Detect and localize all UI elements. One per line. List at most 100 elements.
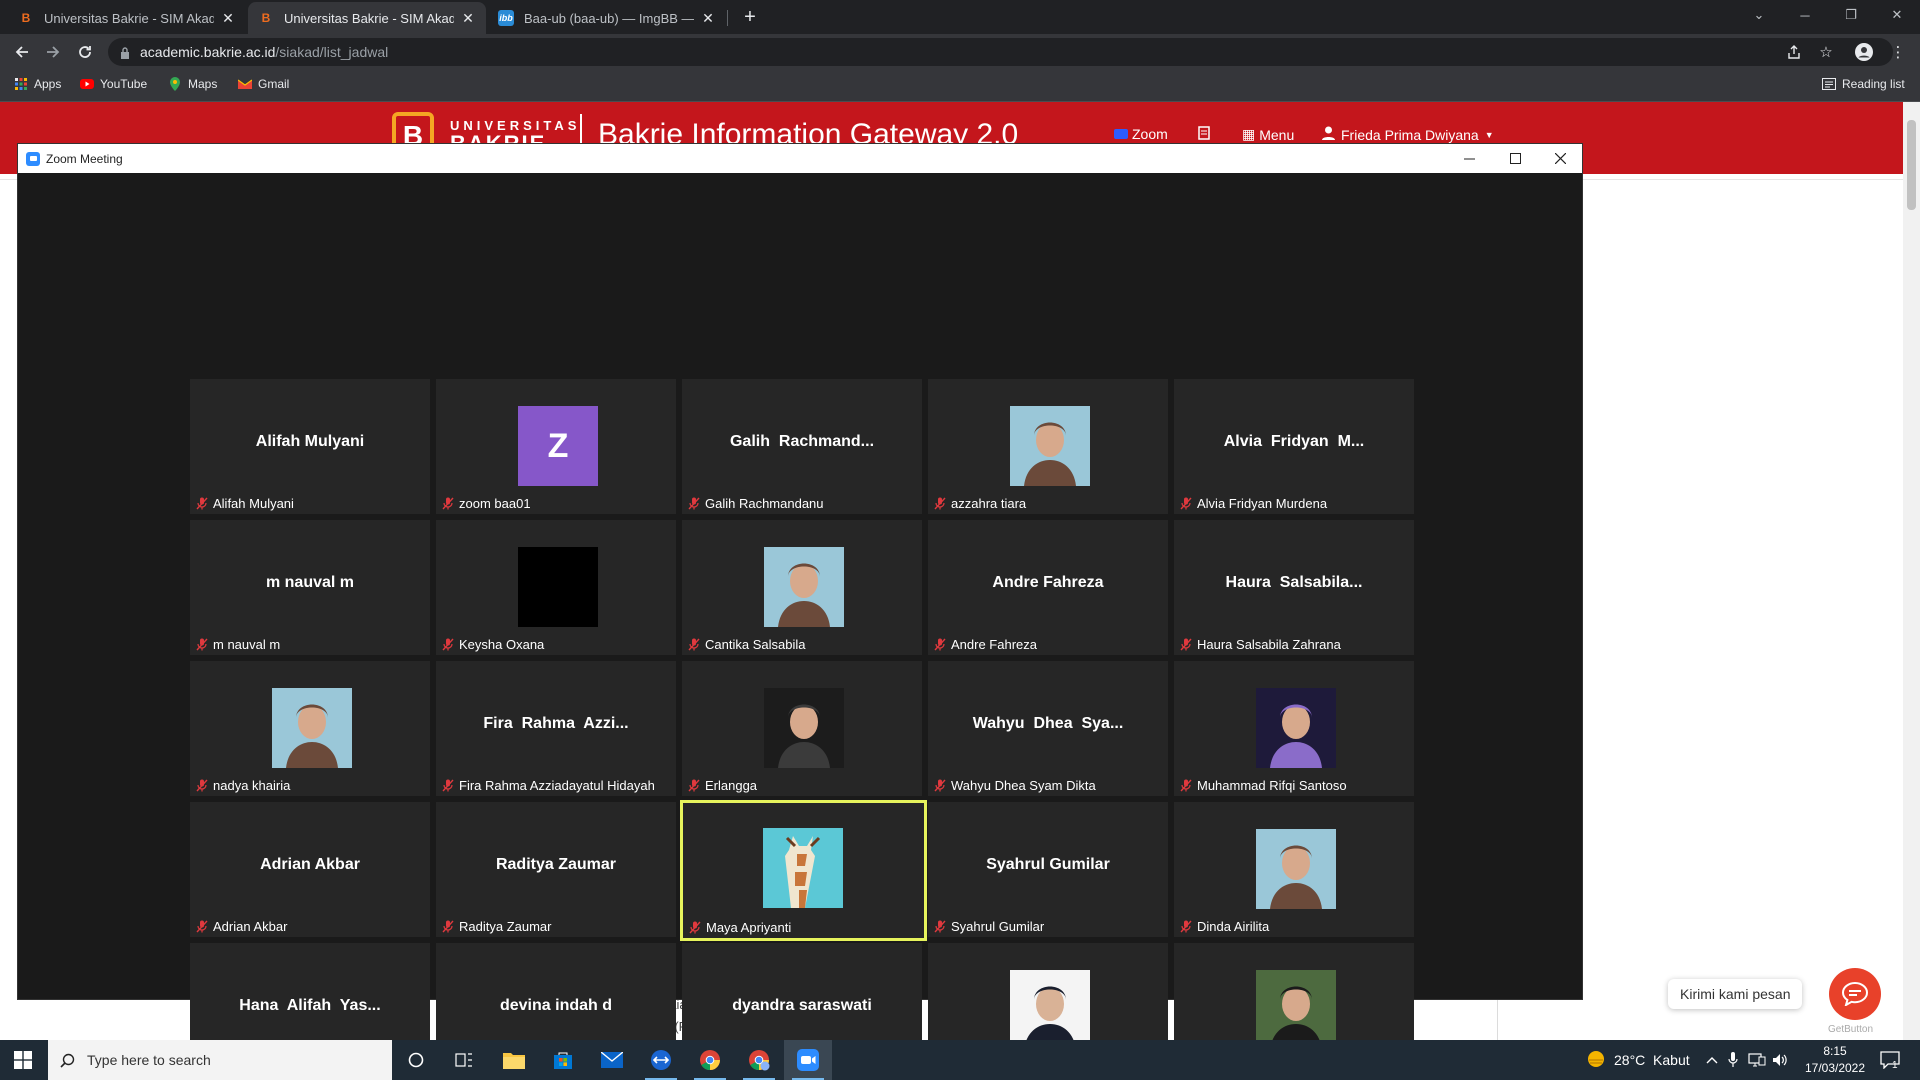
- menu-nav-link[interactable]: ▦ Menu: [1242, 126, 1294, 143]
- muted-mic-icon: [1180, 497, 1192, 510]
- participant-tile[interactable]: Galih Rachmand... Galih Rachmandanu: [682, 379, 922, 514]
- participant-tile[interactable]: Adrian Akbar Adrian Akbar: [190, 802, 430, 937]
- participant-tile[interactable]: Cantika Salsabila: [682, 520, 922, 655]
- participant-footer: Fira Rahma Azziadayatul Hidayah: [442, 778, 655, 793]
- bookmark-youtube[interactable]: YouTube: [80, 77, 147, 91]
- close-tab-icon[interactable]: ✕: [460, 10, 476, 27]
- show-hidden-icons[interactable]: [1706, 1040, 1718, 1080]
- zoom-minimize-button[interactable]: [1446, 144, 1492, 173]
- participant-tile[interactable]: Fira Rahma Azzi... Fira Rahma Azziadayatu…: [436, 661, 676, 796]
- bookmark-star-icon[interactable]: ☆: [1814, 40, 1838, 64]
- teamviewer-icon[interactable]: [637, 1040, 685, 1080]
- task-view-icon[interactable]: [440, 1040, 488, 1080]
- minimize-button[interactable]: ─: [1782, 0, 1828, 30]
- participant-name: m nauval m: [213, 637, 281, 652]
- participant-name: Galih Rachmandanu: [705, 496, 824, 511]
- scrollbar-thumb[interactable]: [1907, 120, 1916, 210]
- back-icon[interactable]: [9, 39, 35, 65]
- weather-widget[interactable]: 28°C Kabut: [1586, 1040, 1690, 1080]
- bookmark-apps[interactable]: Apps: [14, 77, 61, 91]
- gallery-view: Alifah Mulyani Alifah Mulyani Zzoom baa01 G…: [18, 173, 1582, 1078]
- participant-footer: zoom baa01: [442, 496, 531, 511]
- participant-tile[interactable]: Raditya Zaumar Raditya Zaumar: [436, 802, 676, 937]
- user-menu[interactable]: Frieda Prima Dwiyana ▼: [1322, 126, 1494, 143]
- browser-tab-3[interactable]: ibb Baa-ub (baa-ub) — ImgBB — Lar ✕: [488, 2, 726, 34]
- notifications-button[interactable]: 1: [1880, 1040, 1900, 1080]
- participant-tile[interactable]: Dinda Airilita: [1174, 802, 1414, 937]
- mail-icon[interactable]: [588, 1040, 636, 1080]
- ub-logo-icon: B: [21, 11, 31, 25]
- apps-grid-icon: [14, 77, 28, 91]
- windows-start-button[interactable]: [0, 1040, 46, 1080]
- browser-tab-1[interactable]: B Universitas Bakrie - SIM Akadem ✕: [8, 2, 246, 34]
- volume-icon[interactable]: [1772, 1040, 1788, 1080]
- participant-tile[interactable]: nadya khairia: [190, 661, 430, 796]
- participant-tile[interactable]: Alifah Mulyani Alifah Mulyani: [190, 379, 430, 514]
- lock-icon[interactable]: [120, 47, 130, 59]
- participant-tile[interactable]: Zzoom baa01: [436, 379, 676, 514]
- windows-logo-icon: [14, 1051, 32, 1069]
- participant-tile[interactable]: m nauval m m nauval m: [190, 520, 430, 655]
- chrome-profile-icon[interactable]: [735, 1040, 783, 1080]
- participant-footer: Keysha Oxana: [442, 637, 544, 652]
- forward-icon[interactable]: [40, 39, 66, 65]
- muted-mic-icon: [934, 920, 946, 933]
- zoom-titlebar: Zoom Meeting: [18, 144, 1582, 173]
- document-nav-icon[interactable]: [1198, 126, 1210, 140]
- participant-tile[interactable]: Haura Salsabila... Haura Salsabila Zahran…: [1174, 520, 1414, 655]
- participant-tile[interactable]: Andre Fahreza Andre Fahreza: [928, 520, 1168, 655]
- network-icon[interactable]: [1748, 1040, 1766, 1080]
- user-icon: [1322, 126, 1335, 143]
- page-scrollbar[interactable]: [1903, 102, 1920, 1040]
- chat-bubble-icon: [1842, 982, 1868, 1006]
- chrome-icon[interactable]: [686, 1040, 734, 1080]
- reading-list-button[interactable]: Reading list: [1822, 77, 1905, 91]
- microsoft-store-icon[interactable]: [539, 1040, 587, 1080]
- muted-mic-icon: [442, 779, 454, 792]
- microphone-icon[interactable]: [1728, 1040, 1738, 1080]
- search-icon: [60, 1053, 75, 1068]
- close-tab-icon[interactable]: ✕: [220, 10, 236, 27]
- bookmarks-bar: Apps YouTube Maps Gmail Reading list: [0, 70, 1920, 102]
- participant-tile[interactable]: azzahra tiara: [928, 379, 1168, 514]
- zoom-taskbar-icon[interactable]: [784, 1040, 832, 1080]
- participant-tile[interactable]: Muhammad Rifqi Santoso: [1174, 661, 1414, 796]
- participant-name: azzahra tiara: [951, 496, 1027, 511]
- chat-launcher-button[interactable]: [1829, 968, 1881, 1020]
- system-clock[interactable]: 8:15 17/03/2022: [1795, 1043, 1875, 1077]
- zoom-close-button[interactable]: [1537, 144, 1583, 173]
- muted-mic-icon: [689, 921, 701, 934]
- zoom-maximize-button[interactable]: [1492, 144, 1538, 173]
- close-window-button[interactable]: ✕: [1874, 0, 1920, 30]
- cortana-icon[interactable]: [392, 1040, 440, 1080]
- menu-nav-label: Menu: [1259, 126, 1295, 143]
- bookmark-gmail[interactable]: Gmail: [238, 77, 289, 91]
- participant-tile[interactable]: Maya Apriyanti: [680, 800, 927, 941]
- muted-mic-icon: [934, 497, 946, 510]
- restore-button[interactable]: ❐: [1828, 0, 1874, 30]
- new-tab-button[interactable]: +: [738, 5, 762, 29]
- participant-tile[interactable]: Alvia Fridyan M... Alvia Fridyan Murdena: [1174, 379, 1414, 514]
- participant-tile[interactable]: Keysha Oxana: [436, 520, 676, 655]
- tab-search-icon[interactable]: ⌄: [1736, 0, 1782, 30]
- browser-tab-2[interactable]: B Universitas Bakrie - SIM Akadem ✕: [248, 2, 486, 34]
- participant-tile[interactable]: Syahrul Gumilar Syahrul Gumilar: [928, 802, 1168, 937]
- kebab-menu-icon[interactable]: ⋮: [1886, 40, 1910, 64]
- muted-mic-icon: [196, 497, 208, 510]
- participant-avatar: [1256, 829, 1336, 909]
- participant-tile[interactable]: Wahyu Dhea Sya... Wahyu Dhea Syam Dikta: [928, 661, 1168, 796]
- close-tab-icon[interactable]: ✕: [700, 10, 716, 27]
- share-icon[interactable]: [1782, 40, 1806, 64]
- participant-tile[interactable]: Erlangga: [682, 661, 922, 796]
- address-bar[interactable]: academic.bakrie.ac.id/siakad/list_jadwal: [108, 38, 1893, 66]
- taskbar-search-box[interactable]: Type here to search: [48, 1040, 392, 1080]
- chat-prompt-bubble[interactable]: Kirimi kami pesan: [1668, 979, 1803, 1009]
- participant-footer: Wahyu Dhea Syam Dikta: [934, 778, 1096, 793]
- profile-icon[interactable]: [1852, 40, 1876, 64]
- file-explorer-icon[interactable]: [490, 1040, 538, 1080]
- participant-name: Andre Fahreza: [951, 637, 1037, 652]
- reload-icon[interactable]: [72, 39, 98, 65]
- bookmark-maps[interactable]: Maps: [168, 77, 217, 91]
- zoom-nav-link[interactable]: Zoom: [1114, 126, 1168, 142]
- getbutton-brand[interactable]: GetButton: [1828, 1024, 1873, 1035]
